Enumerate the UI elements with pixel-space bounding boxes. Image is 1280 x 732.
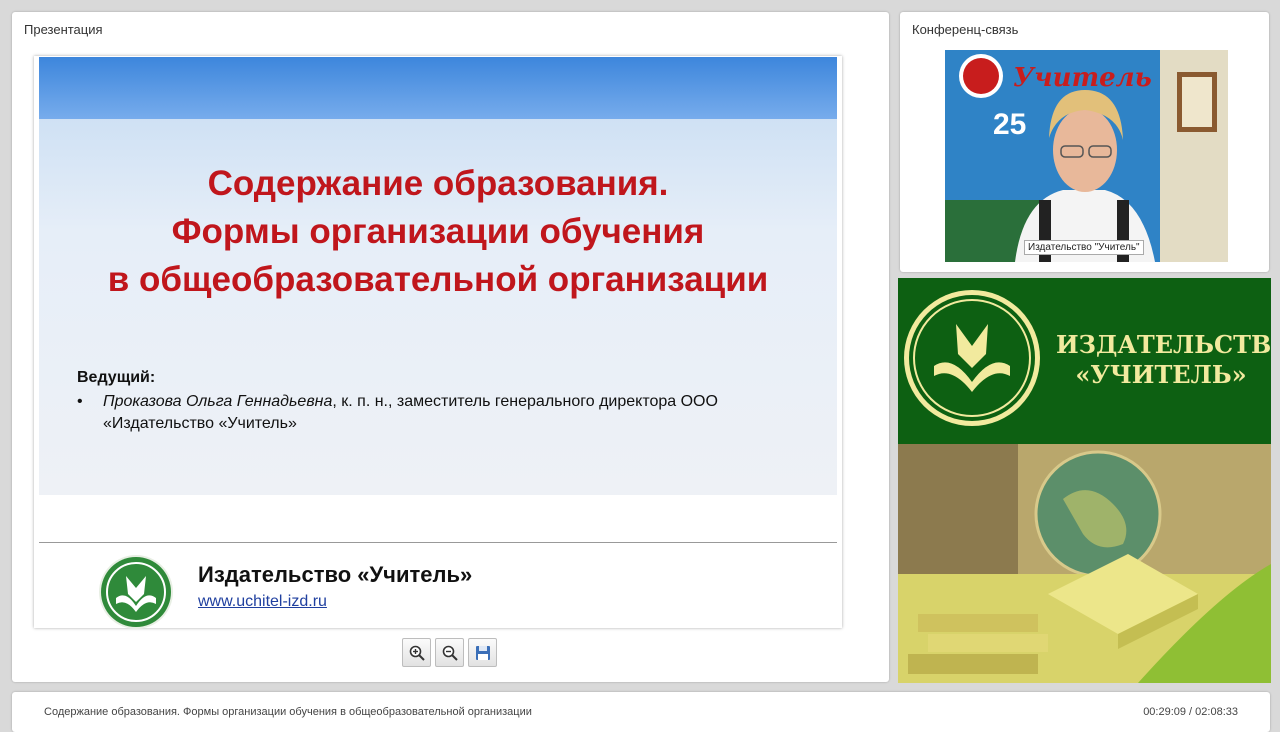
slide-body: Содержание образования. Формы организаци…	[39, 119, 837, 495]
banner-books-image	[898, 444, 1271, 683]
publisher-banner: ИЗДАТЕЛЬСТВО «УЧИТЕЛЬ»	[898, 278, 1271, 683]
zoom-out-button[interactable]	[435, 638, 464, 667]
banner-logo-icon	[904, 290, 1040, 426]
video-caption: Издательство "Учитель"	[1024, 240, 1144, 255]
presentation-panel: Презентация Содержание образования. Форм…	[12, 12, 889, 682]
status-bar: Содержание образования. Формы организаци…	[12, 692, 1270, 732]
banner-text: ИЗДАТЕЛЬСТВО «УЧИТЕЛЬ»	[1056, 330, 1271, 390]
presenter-label: Ведущий:	[77, 369, 156, 386]
zoom-in-icon	[409, 645, 425, 661]
video-sign-number: 25	[993, 108, 1026, 141]
publisher-logo-icon	[99, 555, 173, 629]
conference-panel: Конференц-связь Учитель 25 Издательство …	[900, 12, 1269, 272]
presenter-name: Проказова Ольга Геннадьевна	[103, 393, 333, 410]
video-feed[interactable]: Учитель 25 Издательство "Учитель"	[945, 50, 1228, 262]
save-button[interactable]	[468, 638, 497, 667]
conference-panel-title: Конференц-связь	[912, 22, 1019, 37]
books-globe-illustration	[898, 444, 1271, 683]
presenter-text: Проказова Ольга Геннадьевна, к. п. н., з…	[103, 391, 797, 435]
slide: Содержание образования. Формы организаци…	[34, 56, 842, 629]
zoom-in-button[interactable]	[402, 638, 431, 667]
banner-line: «УЧИТЕЛЬ»	[1075, 360, 1247, 389]
footer-url-link[interactable]: www.uchitel-izd.ru	[198, 593, 327, 611]
bullet: •	[77, 393, 83, 410]
video-scene: Учитель 25	[945, 50, 1228, 262]
status-presentation-title: Содержание образования. Формы организаци…	[44, 706, 532, 718]
playback-time: 00:29:09 / 02:08:33	[1143, 706, 1238, 718]
slide-title-line: в общеобразовательной организации	[107, 260, 769, 299]
banner-logo-area: ИЗДАТЕЛЬСТВО «УЧИТЕЛЬ»	[898, 278, 1271, 444]
slide-title-line: Содержание образования.	[207, 164, 669, 203]
slide-header-band	[39, 57, 837, 119]
slide-divider	[39, 542, 837, 543]
slide-title: Содержание образования. Формы организаци…	[39, 160, 837, 304]
footer-publisher-name: Издательство «Учитель»	[198, 562, 473, 587]
presenter-line: • Проказова Ольга Геннадьевна, к. п. н.,…	[77, 391, 797, 435]
presentation-panel-title: Презентация	[24, 22, 103, 37]
save-icon	[475, 645, 490, 660]
slide-title-line: Формы организации обучения	[171, 212, 705, 251]
zoom-out-icon	[442, 645, 458, 661]
video-sign-text: Учитель	[1013, 63, 1152, 93]
banner-line: ИЗДАТЕЛЬСТВО	[1056, 330, 1271, 359]
